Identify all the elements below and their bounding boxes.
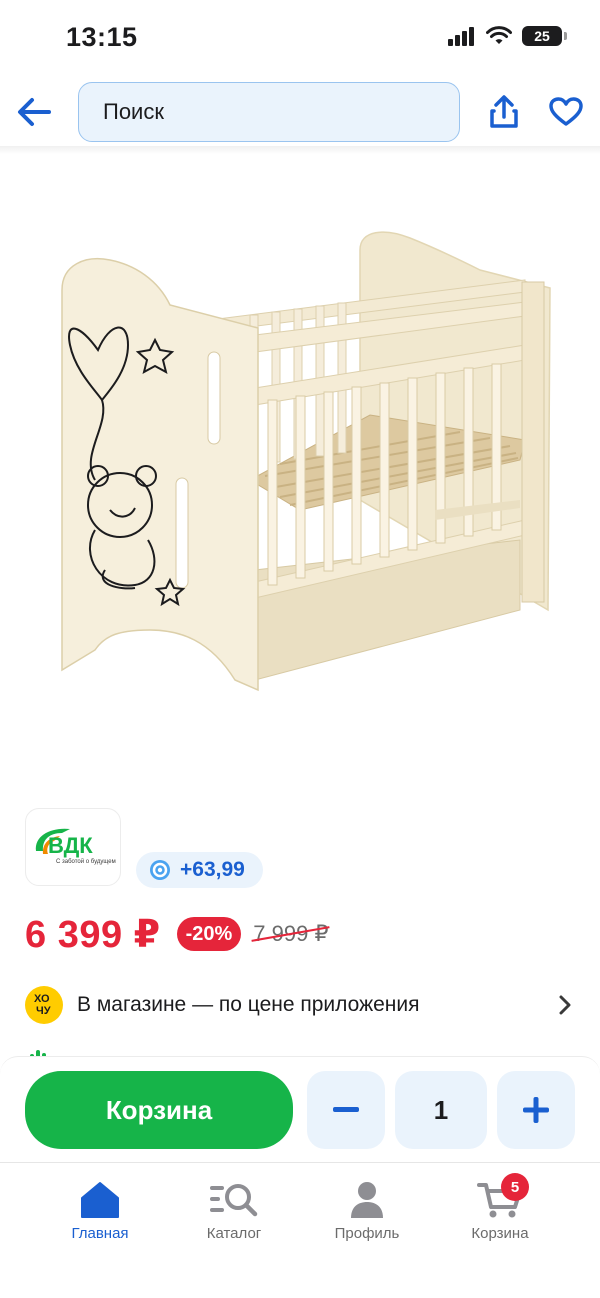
price-row: 6 399 ₽ -20% 7 999 ₽ — [25, 910, 328, 958]
bonus-coin-icon — [150, 860, 170, 880]
minus-icon — [333, 1107, 359, 1112]
bonus-points-value: +63,99 — [180, 858, 245, 881]
status-bar: 13:15 25 — [0, 0, 600, 78]
brand-logo-tagline: С заботой о будущем — [56, 858, 116, 865]
bonus-points-chip[interactable]: +63,99 — [136, 852, 263, 888]
nav-item-home[interactable]: Главная — [40, 1179, 160, 1249]
nav-label-catalog: Каталог — [206, 1225, 262, 1242]
nav-item-catalog[interactable]: Каталог — [174, 1179, 294, 1249]
brand-logo-image: ВДК С заботой о будущем — [35, 828, 116, 865]
heart-icon — [549, 97, 583, 126]
quantity-value[interactable]: 1 — [395, 1071, 487, 1149]
decrease-quantity-button[interactable] — [307, 1071, 385, 1149]
status-icons: 25 — [448, 26, 567, 46]
nav-label-cart: Корзина — [471, 1225, 529, 1242]
nav-item-profile[interactable]: Профиль — [307, 1179, 427, 1249]
nav-item-cart[interactable]: 5 Корзина — [440, 1173, 560, 1249]
cart-icon: 5 — [475, 1173, 529, 1221]
catalog-search-icon — [209, 1179, 259, 1221]
brand-logo[interactable]: ВДК С заботой о будущем — [25, 808, 121, 886]
current-price: 6 399 ₽ — [25, 913, 161, 956]
header-divider — [0, 146, 600, 154]
add-to-cart-button[interactable]: Корзина — [25, 1071, 293, 1149]
profile-icon — [342, 1179, 392, 1221]
home-icon — [75, 1179, 125, 1221]
cart-count-badge: 5 — [501, 1173, 529, 1201]
search-input[interactable]: Поиск — [78, 82, 460, 142]
chevron-right-icon — [555, 995, 575, 1015]
discount-badge: -20% — [176, 917, 242, 951]
hochu-icon-bottom: ЧУ — [36, 1005, 51, 1017]
hochu-icon: ХО ЧУ — [25, 986, 63, 1024]
product-image[interactable] — [40, 210, 580, 720]
status-time: 13:15 — [66, 22, 138, 52]
plus-icon — [523, 1097, 549, 1123]
in-store-price-label: В магазине — по цене приложения — [77, 993, 420, 1016]
arrow-left-icon — [18, 98, 51, 126]
favorite-button[interactable] — [546, 92, 586, 132]
in-store-price-row[interactable]: ХО ЧУ В магазине — по цене приложения — [25, 984, 575, 1026]
old-price: 7 999 ₽ — [253, 921, 329, 946]
bottom-navigation: Главная Каталог Профиль 5 Корзина — [0, 1162, 600, 1298]
hochu-icon-top: ХО — [34, 993, 50, 1005]
baby-crib-image — [61, 231, 551, 692]
back-button[interactable] — [14, 92, 54, 132]
wifi-icon — [486, 26, 512, 44]
increase-quantity-button[interactable] — [497, 1071, 575, 1149]
share-button[interactable] — [484, 92, 524, 132]
cellular-signal-icon — [448, 27, 474, 46]
battery-icon: 25 — [522, 26, 567, 46]
nav-label-profile: Профиль — [334, 1225, 400, 1242]
nav-label-home: Главная — [71, 1225, 129, 1242]
purchase-action-bar: Корзина 1 — [0, 1056, 600, 1163]
top-header: Поиск — [0, 80, 600, 146]
brand-logo-text: ВДК — [48, 833, 93, 858]
search-placeholder: Поиск — [103, 99, 164, 124]
share-icon — [490, 95, 518, 128]
